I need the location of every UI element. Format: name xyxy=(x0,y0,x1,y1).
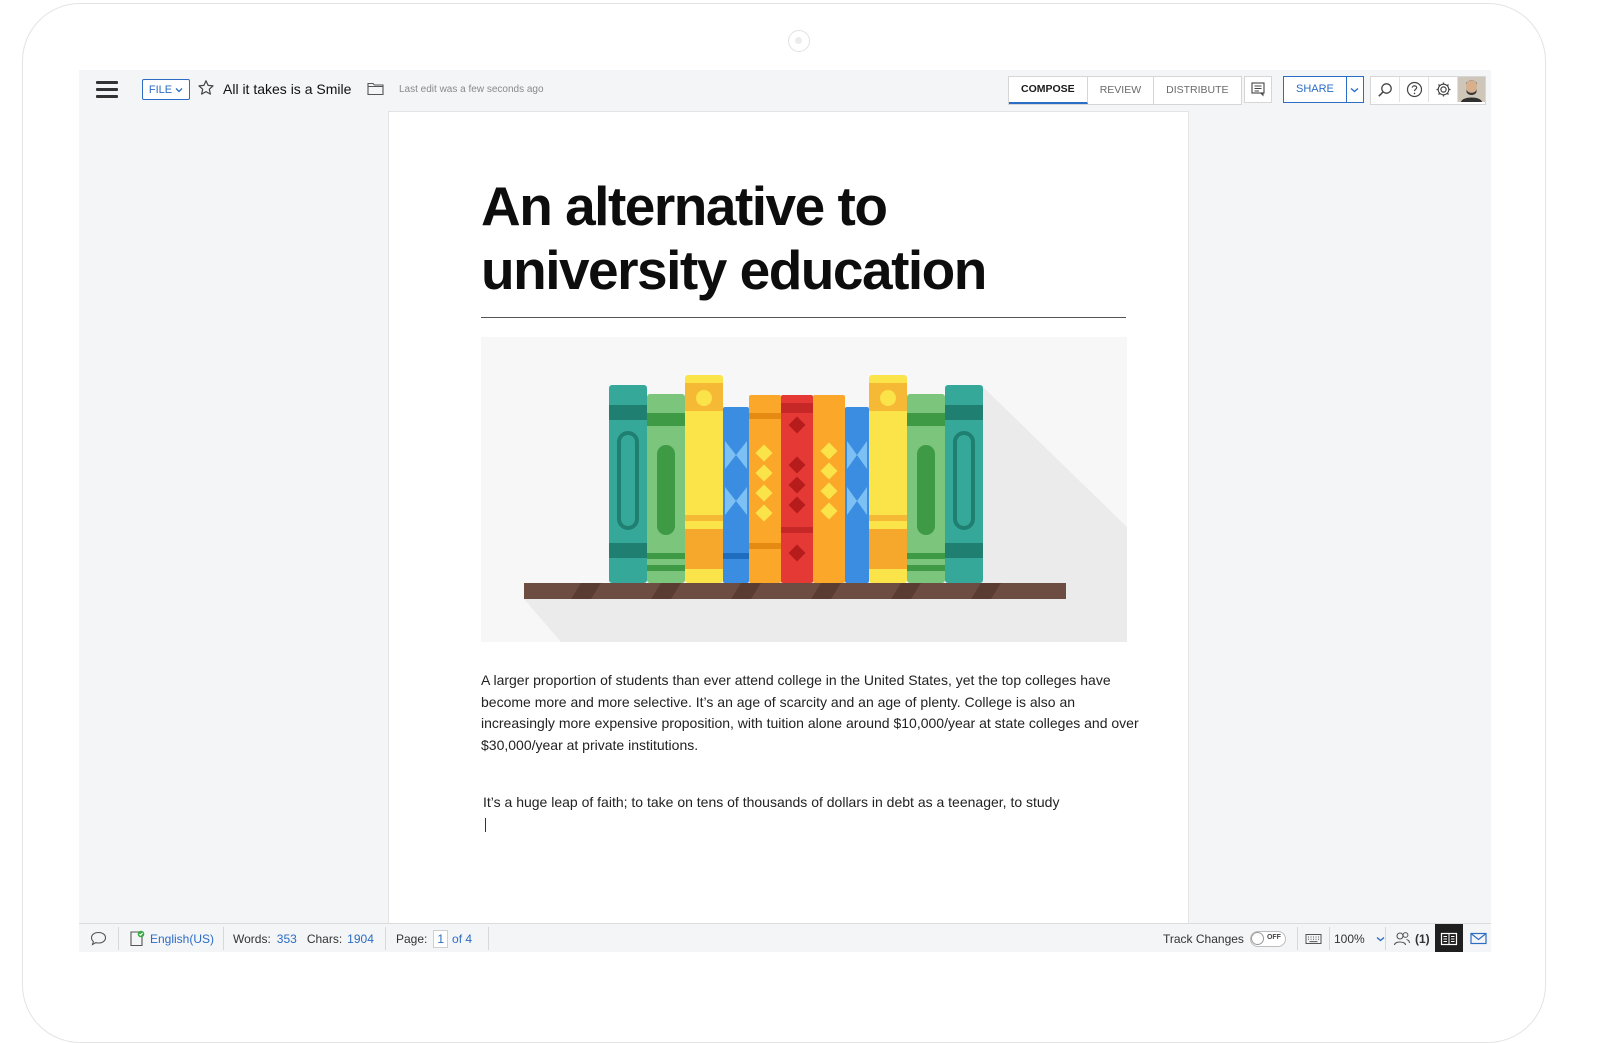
language-label: English(US) xyxy=(150,931,215,946)
zoom-selector[interactable]: 100% xyxy=(1334,924,1385,952)
hamburger-menu-icon[interactable] xyxy=(96,81,118,98)
utility-icons xyxy=(1370,76,1486,105)
page-total: of 4 xyxy=(452,931,473,946)
page-number-input[interactable]: 1 xyxy=(433,929,449,948)
text-cursor xyxy=(485,818,486,832)
body-paragraph-1[interactable]: A larger proportion of students than eve… xyxy=(481,670,1146,757)
zoom-value: 100% xyxy=(1334,931,1365,946)
comment-pane-icon xyxy=(1250,82,1265,97)
search-icon xyxy=(1378,82,1392,97)
books-on-shelf-illustration[interactable] xyxy=(481,337,1127,642)
document-page[interactable]: An alternative to university education A… xyxy=(388,111,1189,952)
mail-button[interactable] xyxy=(1470,924,1487,952)
body-paragraph-2[interactable]: It’s a huge leap of faith; to take on te… xyxy=(483,792,1148,814)
search-button[interactable] xyxy=(1371,77,1400,102)
read-mode-button[interactable] xyxy=(1435,924,1463,952)
keyboard-icon xyxy=(1305,933,1322,944)
settings-button[interactable] xyxy=(1429,77,1458,102)
status-separator xyxy=(385,927,386,950)
comment-pane-button[interactable] xyxy=(1244,76,1272,103)
track-changes-toggle[interactable]: OFF xyxy=(1249,930,1286,947)
editor-screen: FILE All it takes is a Smile Last edit w… xyxy=(79,70,1491,952)
tab-review[interactable]: REVIEW xyxy=(1088,77,1155,104)
page-navigator: Page: 1 of 4 xyxy=(396,924,472,952)
words-value: 353 xyxy=(276,931,297,946)
avatar-photo xyxy=(1458,77,1485,102)
tab-distribute[interactable]: DISTRIBUTE xyxy=(1154,77,1240,104)
help-icon xyxy=(1406,81,1422,98)
file-menu-button[interactable]: FILE xyxy=(142,79,190,100)
chevron-down-icon xyxy=(175,87,183,92)
status-bar: English(US) Words: 353 Chars: 1904 Page:… xyxy=(79,923,1491,952)
share-button[interactable]: SHARE xyxy=(1284,77,1347,102)
book-open-icon xyxy=(1440,932,1458,945)
toggle-state: OFF xyxy=(1266,933,1281,941)
chars-label: Chars: xyxy=(306,931,343,946)
folder-icon[interactable] xyxy=(367,81,384,96)
status-separator xyxy=(1329,927,1330,950)
help-button[interactable] xyxy=(1400,77,1429,102)
status-separator xyxy=(223,927,224,950)
status-separator xyxy=(488,927,489,950)
tab-compose[interactable]: COMPOSE xyxy=(1009,77,1088,104)
spellcheck-doc-icon xyxy=(130,930,145,947)
page-label: Page: xyxy=(396,931,428,946)
share-options-button[interactable] xyxy=(1347,77,1363,102)
chevron-down-icon xyxy=(1350,87,1359,92)
heading-divider xyxy=(481,317,1126,318)
user-avatar[interactable] xyxy=(1458,77,1485,102)
status-separator xyxy=(1385,927,1386,950)
books-illustration-graphic xyxy=(524,375,1127,642)
chat-bubble-icon xyxy=(90,931,107,946)
status-separator xyxy=(1297,927,1298,950)
collaborators-count: (1) xyxy=(1415,931,1430,946)
language-selector[interactable]: English(US) xyxy=(129,924,214,952)
status-separator xyxy=(118,927,119,950)
users-icon xyxy=(1393,932,1410,946)
words-label: Words: xyxy=(233,931,271,946)
toggle-knob xyxy=(1250,931,1264,945)
mail-icon xyxy=(1470,932,1487,945)
collaborators-button[interactable]: (1) xyxy=(1393,924,1430,952)
last-edit-status: Last edit was a few seconds ago xyxy=(399,84,544,95)
word-count[interactable]: Words: 353 Chars: 1904 xyxy=(233,924,374,952)
keyboard-button[interactable] xyxy=(1305,924,1322,952)
chars-value: 1904 xyxy=(347,931,374,946)
star-icon[interactable] xyxy=(197,79,215,97)
chevron-down-icon xyxy=(1376,936,1385,941)
gear-icon xyxy=(1436,82,1450,97)
file-menu-label: FILE xyxy=(148,83,173,96)
track-changes-label: Track Changes xyxy=(1163,931,1244,946)
chat-button[interactable] xyxy=(90,924,107,952)
document-heading[interactable]: An alternative to university education xyxy=(481,174,1101,302)
top-toolbar: FILE All it takes is a Smile Last edit w… xyxy=(79,70,1491,110)
mode-tabs: COMPOSE REVIEW DISTRIBUTE xyxy=(1008,76,1242,105)
document-title[interactable]: All it takes is a Smile xyxy=(223,81,351,97)
camera-dot xyxy=(788,30,810,52)
track-changes: Track Changes OFF xyxy=(1163,924,1286,952)
share-button-group: SHARE xyxy=(1283,76,1364,103)
